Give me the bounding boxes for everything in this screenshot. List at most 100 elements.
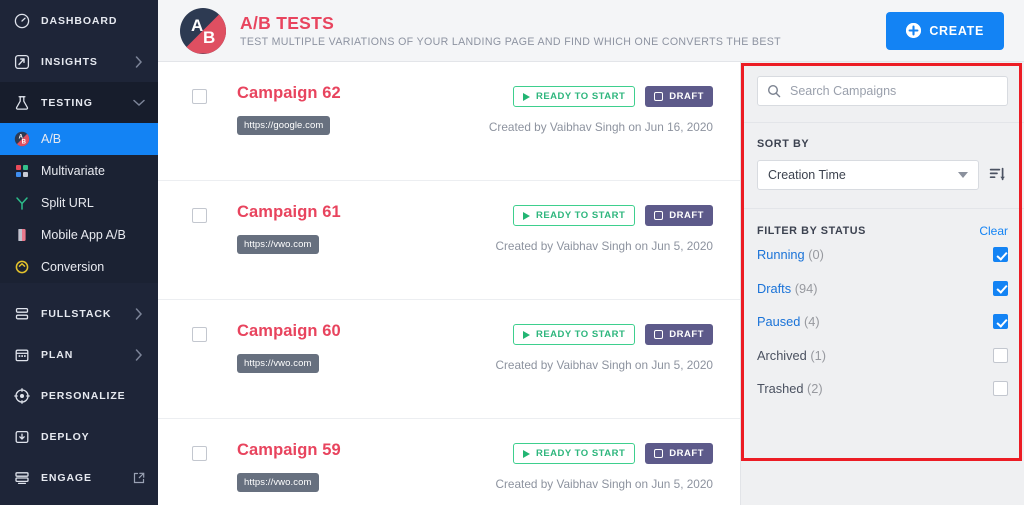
campaign-meta: READY TO START DRAFT Created by Vaibhav … (495, 203, 728, 253)
filter-item-running[interactable]: Running (0) (757, 238, 1008, 272)
filter-checkbox[interactable] (993, 348, 1008, 363)
table-row[interactable]: Campaign 59 https://vwo.com READY TO STA… (158, 419, 740, 505)
play-icon (523, 93, 530, 101)
sidebar-item-testing[interactable]: TESTING (0, 82, 158, 123)
sidebar-item-personalize[interactable]: PERSONALIZE (0, 375, 158, 416)
filter-label: Paused (4) (757, 314, 993, 329)
status-badges: READY TO START DRAFT (495, 443, 713, 464)
status-badge-draft[interactable]: DRAFT (645, 205, 713, 226)
campaign-info: Campaign 62 https://google.com (237, 84, 341, 135)
main-content: A B A/B TESTS TEST MULTIPLE VARIATIONS O… (158, 0, 1024, 505)
filter-count: (0) (808, 247, 824, 262)
status-badge-draft[interactable]: DRAFT (645, 443, 713, 464)
target-icon (13, 387, 31, 405)
split-url-icon (13, 194, 31, 212)
chevron-down-icon (958, 172, 968, 178)
sidebar-item-plan[interactable]: PLAN (0, 334, 158, 375)
status-badge-ready[interactable]: READY TO START (513, 86, 635, 107)
filter-checkbox[interactable] (993, 247, 1008, 262)
create-button[interactable]: CREATE (886, 12, 1004, 50)
row-checkbox[interactable] (192, 89, 207, 104)
page-title: A/B TESTS (240, 13, 886, 33)
campaign-created: Created by Vaibhav Singh on Jun 5, 2020 (495, 239, 713, 253)
campaign-name[interactable]: Campaign 60 (237, 322, 341, 342)
sidebar-item-insights[interactable]: INSIGHTS (0, 41, 158, 82)
sidebar-item-dashboard[interactable]: DASHBOARD (0, 0, 158, 41)
sidebar-item-ab[interactable]: A B A/B (0, 123, 158, 155)
draft-icon (654, 211, 663, 220)
filter-count: (1) (810, 348, 826, 363)
app-root: DASHBOARD INSIGHTS TESTING (0, 0, 1024, 505)
sidebar-label: FULLSTACK (41, 308, 133, 320)
page-subtitle: TEST MULTIPLE VARIATIONS OF YOUR LANDING… (240, 36, 886, 48)
clear-filters-link[interactable]: Clear (979, 224, 1008, 238)
sidebar-item-deploy[interactable]: DEPLOY (0, 416, 158, 457)
table-row[interactable]: Campaign 61 https://vwo.com READY TO STA… (158, 181, 740, 300)
sidebar-item-conversion[interactable]: Conversion (0, 251, 158, 283)
filter-label: Running (0) (757, 247, 993, 262)
campaign-created: Created by Vaibhav Singh on Jun 5, 2020 (495, 358, 713, 372)
search-input[interactable] (790, 84, 998, 98)
filter-label: Trashed (2) (757, 381, 993, 396)
status-badge-draft-label: DRAFT (669, 448, 704, 459)
filter-checkbox[interactable] (993, 314, 1008, 329)
row-checkbox[interactable] (192, 446, 207, 461)
filter-checkbox[interactable] (993, 281, 1008, 296)
sort-controls: Creation Time (757, 160, 1008, 190)
filter-item-paused[interactable]: Paused (4) (757, 305, 1008, 339)
campaign-name[interactable]: Campaign 61 (237, 203, 341, 223)
campaign-name[interactable]: Campaign 59 (237, 441, 341, 461)
status-badge-ready[interactable]: READY TO START (513, 324, 635, 345)
status-badge-ready-label: READY TO START (536, 210, 625, 221)
status-badge-ready[interactable]: READY TO START (513, 205, 635, 226)
svg-text:B: B (22, 139, 27, 145)
sidebar-item-mobile-app-ab[interactable]: Mobile App A/B (0, 219, 158, 251)
sidebar-label: A/B (41, 132, 61, 146)
filter-item-archived[interactable]: Archived (1) (757, 339, 1008, 373)
status-badge-draft-label: DRAFT (669, 210, 704, 221)
multivariate-grid-icon (13, 162, 31, 180)
insights-icon (13, 53, 31, 71)
conversion-icon (13, 258, 31, 276)
status-badge-ready[interactable]: READY TO START (513, 443, 635, 464)
chevron-down-icon (133, 99, 145, 107)
search-section (741, 62, 1024, 123)
row-checkbox[interactable] (192, 327, 207, 342)
sidebar-label: DEPLOY (41, 431, 145, 443)
status-badge-ready-label: READY TO START (536, 329, 625, 340)
sort-by-label: SORT BY (757, 138, 1008, 150)
sidebar-item-engage[interactable]: ENGAGE (0, 457, 158, 498)
campaign-meta: READY TO START DRAFT Created by Vaibhav … (495, 322, 728, 372)
sort-by-select[interactable]: Creation Time (757, 160, 979, 190)
sort-direction-button[interactable] (988, 164, 1008, 186)
table-row[interactable]: Campaign 60 https://vwo.com READY TO STA… (158, 300, 740, 419)
row-checkbox[interactable] (192, 208, 207, 223)
sidebar-label: Split URL (41, 196, 94, 210)
filter-checkbox[interactable] (993, 381, 1008, 396)
create-button-label: CREATE (929, 24, 984, 38)
filter-item-drafts[interactable]: Drafts (94) (757, 272, 1008, 306)
filter-item-trashed[interactable]: Trashed (2) (757, 372, 1008, 406)
status-badge-draft[interactable]: DRAFT (645, 86, 713, 107)
sidebar-item-fullstack[interactable]: FULLSTACK (0, 293, 158, 334)
sort-descending-icon (989, 166, 1007, 184)
campaign-name[interactable]: Campaign 62 (237, 84, 341, 104)
search-icon (767, 84, 781, 98)
play-icon (523, 450, 530, 458)
search-box[interactable] (757, 76, 1008, 106)
status-badge-draft[interactable]: DRAFT (645, 324, 713, 345)
external-link-icon (133, 472, 145, 484)
campaign-url: https://vwo.com (237, 473, 319, 492)
main-sidebar: DASHBOARD INSIGHTS TESTING (0, 0, 158, 505)
sidebar-item-multivariate[interactable]: Multivariate (0, 155, 158, 187)
sort-by-value: Creation Time (768, 168, 958, 182)
calendar-icon (13, 346, 31, 364)
campaign-info: Campaign 61 https://vwo.com (237, 203, 341, 254)
sidebar-item-split-url[interactable]: Split URL (0, 187, 158, 219)
filter-header: FILTER BY STATUS Clear (757, 224, 1008, 238)
filter-label: Drafts (94) (757, 281, 993, 296)
filter-label-text: Running (757, 247, 805, 262)
filter-label: Archived (1) (757, 348, 993, 363)
table-row[interactable]: Campaign 62 https://google.com READY TO … (158, 62, 740, 181)
chevron-right-icon (133, 349, 145, 361)
